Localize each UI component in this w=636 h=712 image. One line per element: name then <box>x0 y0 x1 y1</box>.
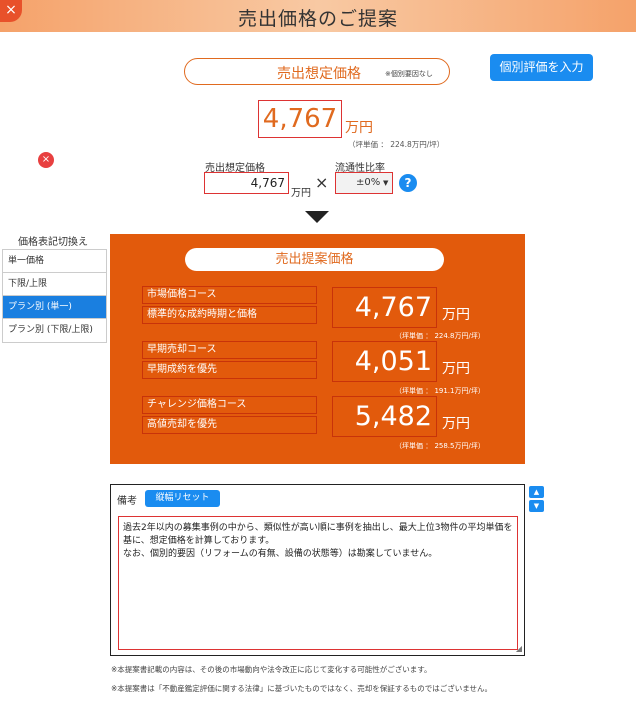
estimate-price: 4,767 <box>258 100 342 138</box>
toggle-plan-single[interactable]: プラン別 (単一) <box>3 296 106 319</box>
chevron-down-icon: ▼ <box>533 502 540 510</box>
individual-eval-button[interactable]: 個別評価を入力 <box>490 54 593 81</box>
ratio-select[interactable]: ±0% ▼ <box>335 172 393 194</box>
price-input[interactable]: 4,767 <box>204 172 289 194</box>
course-desc-early: 早期成約を優先 <box>142 361 317 379</box>
course-price-challenge: 5,482 <box>332 396 437 437</box>
course-unit-market: 万円 <box>442 307 470 323</box>
course-desc-market: 標準的な成約時期と価格 <box>142 306 317 324</box>
course-note-challenge: （坪単価 ： 258.5万円/坪） <box>395 442 485 450</box>
course-name-market: 市場価格コース <box>142 286 317 304</box>
estimate-header-label: 売出想定価格 <box>277 66 361 82</box>
estimate-unit: 万円 <box>345 120 373 136</box>
chevron-down-icon: ▼ <box>383 179 389 187</box>
height-reset-button[interactable]: 縦幅リセット <box>145 490 220 507</box>
proposal-title: 売出提案価格 <box>185 248 444 271</box>
course-name-early: 早期売却コース <box>142 341 317 359</box>
toggle-single-price[interactable]: 単一価格 <box>3 250 106 273</box>
remarks-section: 備考 縦幅リセット 過去2年以内の募集事例の中から、類似性が高い順に事例を抽出し… <box>110 484 525 656</box>
remove-adjustment-button[interactable]: × <box>38 152 54 168</box>
price-display-toggle-list: 単一価格 下限/上限 プラン別 (単一) プラン別 (下限/上限) <box>2 249 107 343</box>
help-button[interactable]: ? <box>399 174 417 192</box>
footnote-1: ※本提案書記載の内容は、その後の市場動向や法令改正に応じて変化する可能性がござい… <box>111 665 432 674</box>
ratio-select-value: ±0% <box>356 177 381 188</box>
course-name-challenge: チャレンジ価格コース <box>142 396 317 414</box>
course-price-early: 4,051 <box>332 341 437 382</box>
multiply-sign: × <box>315 173 329 192</box>
estimate-unit-price: （坪単価 ： 224.8万円/坪） <box>348 140 445 149</box>
scroll-down-button[interactable]: ▼ <box>529 500 544 512</box>
close-icon: × <box>41 154 51 165</box>
scroll-up-button[interactable]: ▲ <box>529 486 544 498</box>
course-note-market: （坪単価 ： 224.8万円/坪） <box>395 332 485 340</box>
resize-grip-icon[interactable]: ◢ <box>516 644 522 653</box>
footnote-2: ※本提案書は「不動産鑑定評価に関する法律」に基づいたものではなく、売却を保証する… <box>111 684 493 693</box>
toggle-plan-lower-upper[interactable]: プラン別 (下限/上限) <box>3 319 106 342</box>
price-input-unit: 万円 <box>291 188 311 199</box>
proposal-panel: 売出提案価格 市場価格コース 標準的な成約時期と価格 4,767 万円 （坪単価… <box>110 234 525 464</box>
chevron-up-icon: ▲ <box>533 488 540 496</box>
arrow-down-icon <box>305 211 329 223</box>
course-desc-challenge: 高値売却を優先 <box>142 416 317 434</box>
remarks-textarea[interactable]: 過去2年以内の募集事例の中から、類似性が高い順に事例を抽出し、最大上位3物件の平… <box>118 516 518 650</box>
estimate-header-note: ※個別要因なし <box>385 70 433 78</box>
toggle-lower-upper[interactable]: 下限/上限 <box>3 273 106 296</box>
price-display-toggle-title: 価格表記切換え <box>18 237 88 248</box>
course-unit-early: 万円 <box>442 361 470 377</box>
window-title: 売出価格のご提案 <box>237 8 398 30</box>
course-price-market: 4,767 <box>332 287 437 328</box>
remarks-label: 備考 <box>117 496 137 507</box>
course-note-early: （坪単価 ： 191.1万円/坪） <box>395 387 485 395</box>
course-unit-challenge: 万円 <box>442 416 470 432</box>
